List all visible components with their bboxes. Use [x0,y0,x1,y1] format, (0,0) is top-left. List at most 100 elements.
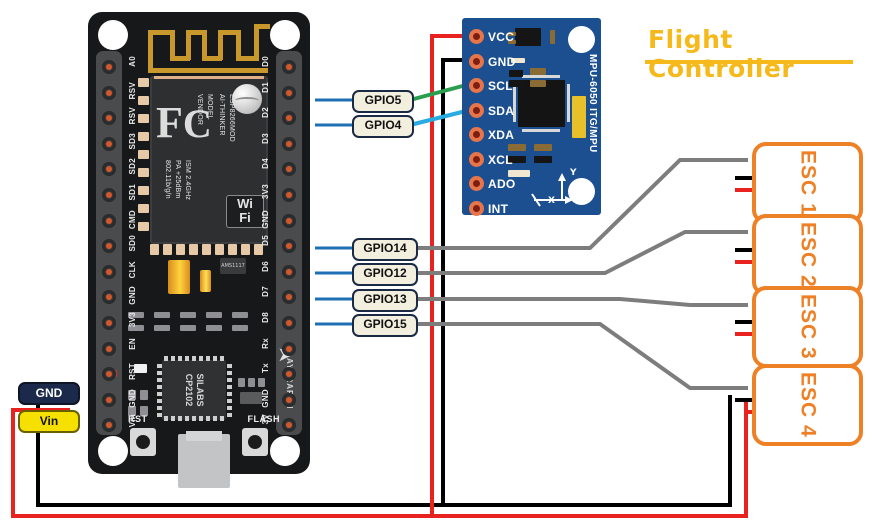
esc-4-label: ESC 4 [796,372,820,438]
gpio-label-gpio4[interactable]: GPIO4 [352,115,414,138]
mpu-pin-xda[interactable] [469,127,484,142]
left-pin-3v3[interactable] [102,316,116,330]
right-pin-label-10: D8 [261,312,270,323]
axis-x-label: X [548,196,555,206]
esp-castellated-pads-left [138,78,150,246]
right-pin-label-11: Rx [261,337,270,349]
gpio-label-gpio15[interactable]: GPIO15 [352,314,418,337]
smd-part [180,312,196,318]
left-pin-clk[interactable] [102,264,116,279]
chip-leg [220,356,224,361]
left-pin-label-4: SD2 [128,158,137,175]
reset-button[interactable] [130,428,156,456]
esp-spec-1: ISM 2.4GHz [184,160,191,201]
left-pin-en[interactable] [102,341,116,356]
right-pin-gnd[interactable] [282,213,296,228]
esc2-signal-wire [414,230,748,275]
mpu-pin-label-int: INT [488,201,509,216]
esc-2-label: ESC 2 [796,222,820,288]
left-pin-sd1[interactable] [102,188,116,202]
esc-1[interactable]: ESC 1 [752,142,863,224]
chip-leg [157,406,162,410]
chip-leg [185,356,189,361]
gpio-label-gpio5[interactable]: GPIO5 [352,90,414,113]
chip-leg [157,364,162,368]
chip-leg [157,385,162,389]
right-pin-d8[interactable] [282,316,296,330]
chip-leg [157,399,162,403]
esc-2[interactable]: ESC 2 [752,214,863,296]
right-pin-d3[interactable] [282,136,296,151]
esp-castellated-pads [150,244,268,255]
esp8266mod-module: FC Wi Fi MODEL VENDOR ESP8266MOD AI-THINK… [150,76,268,244]
mpu-pin-ado[interactable] [469,176,484,191]
left-pin-gnd[interactable] [102,392,116,407]
chip-leg [185,416,189,421]
left-pin-label-13: GND [128,388,137,408]
voltage-regulator: AMS1117 [220,258,246,274]
right-pin-label-14: 3V [261,414,270,425]
left-pin-cmd[interactable] [102,213,116,228]
mpu-pin-xcl[interactable] [469,151,484,167]
left-pin-label-2: RSV [128,107,137,125]
right-pin-d6[interactable] [282,264,296,279]
mpu-pin-int[interactable] [469,200,484,216]
right-pin-d1[interactable] [282,85,296,100]
smd-part [232,325,248,331]
right-pin-gnd[interactable] [282,392,296,407]
chip-leg [213,356,217,361]
chip-leg [171,356,175,361]
vin-label[interactable]: Vin [18,410,80,433]
mpu-pin-sda[interactable] [469,102,484,118]
gpio-label-gpio12[interactable]: GPIO12 [352,263,418,286]
right-pin-label-5: 3V3 [261,184,270,200]
flash-button[interactable] [242,428,268,456]
chip-leg [157,413,162,417]
left-pin-a0[interactable] [102,60,116,74]
page-title: Flight Controller [648,25,795,83]
esc3-signal-wire [414,297,748,307]
gpio-label-gpio13[interactable]: GPIO13 [352,289,418,312]
cp2102-legs [154,352,234,428]
right-pin-rx[interactable] [282,341,296,356]
chip-leg [178,356,182,361]
chip-leg [227,371,232,375]
right-pin-label-13: GND [261,388,270,408]
esp-pad [138,150,149,159]
left-pin-label-12: RST [128,363,137,381]
esc-4[interactable]: ESC 4 [752,364,863,446]
smd-part [180,325,196,331]
esp-pad [163,244,172,255]
chip-leg [227,392,232,396]
esp-vendor-value: AI-THINKER [218,94,225,136]
chip-leg [171,416,175,421]
right-pin-3v3[interactable] [282,188,296,202]
gpio-label-gpio14[interactable]: GPIO14 [352,238,418,261]
smd-part [154,312,170,318]
chip-leg [206,356,210,361]
chip-leg [206,416,210,421]
smd-part [232,312,248,318]
right-pin-label-9: D7 [261,286,270,298]
left-pin-label-8: CLK [128,260,137,279]
esp-pad [138,132,149,141]
mpu-pin-vcc[interactable] [469,29,484,44]
right-pin-label-1: D1 [261,81,270,93]
esc-3[interactable]: ESC 3 [752,286,863,368]
left-pin-rsv[interactable] [102,85,116,100]
left-pin-sd3[interactable] [102,136,116,151]
esc-3-label: ESC 3 [796,294,820,360]
capacitor-large [168,260,190,294]
chip-leg [227,385,232,389]
right-pin-d0[interactable] [282,60,296,74]
mpu-pin-gnd[interactable] [469,53,484,69]
chip-leg [227,413,232,417]
smd-part [258,378,265,387]
esp-spec-2: PA +25dBm [174,160,181,199]
esp-spec-3: 802.11b/g/n [164,160,171,199]
mpu-pin-scl[interactable] [469,78,484,93]
gnd-label[interactable]: GND [18,382,80,405]
chip-leg [192,356,196,361]
mpu-pin-label-gnd: GND [488,54,516,69]
right-pin-label-7: D5 [261,235,270,247]
